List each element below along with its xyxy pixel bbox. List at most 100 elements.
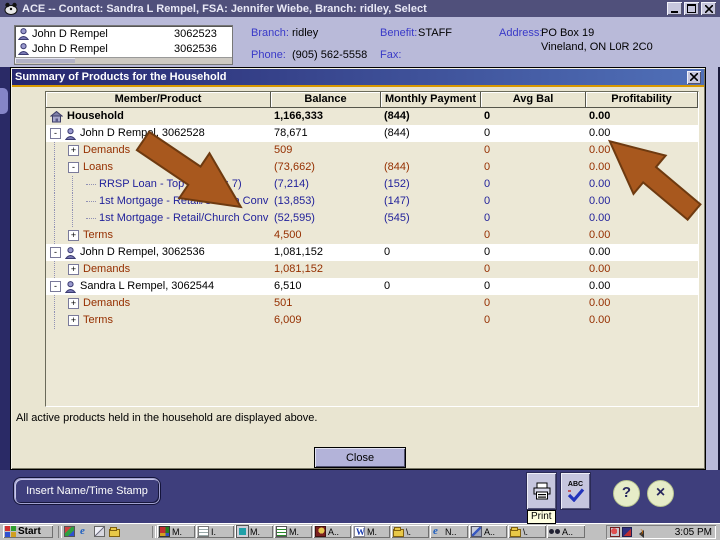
- minimize-button[interactable]: [667, 2, 682, 15]
- window-controls: [667, 2, 716, 15]
- taskbar-button[interactable]: A..: [547, 525, 585, 538]
- person-icon: [65, 246, 76, 259]
- table-row[interactable]: + Terms 4,500 0 0.00: [46, 227, 698, 244]
- table-row[interactable]: + Demands 1,081,152 0 0.00: [46, 261, 698, 278]
- show-desktop-icon[interactable]: [94, 526, 105, 537]
- tree-guide: [72, 176, 86, 193]
- exit-button[interactable]: ×: [647, 480, 674, 507]
- column-header-balance[interactable]: Balance: [271, 92, 381, 108]
- minimize-icon: [671, 10, 678, 13]
- member-product-cell: - John D Rempel, 3062528: [46, 125, 271, 142]
- table-row[interactable]: - Loans (73,662) (844) 0 0.00: [46, 159, 698, 176]
- taskbar-button[interactable]: M.: [352, 525, 390, 538]
- balance-cell: 6,009: [274, 314, 302, 326]
- row-label: 1st Mortgage - Retail/Church Conv (sub: …: [99, 195, 271, 207]
- table-row[interactable]: RRSP Loan - Top Up (sub: 7) (7,214) (152) 0…: [46, 176, 698, 193]
- close-window-button[interactable]: [701, 2, 716, 15]
- table-row[interactable]: - Sandra L Rempel, 3062544 6,510 0 0 0.00: [46, 278, 698, 295]
- table-row[interactable]: - John D Rempel, 3062536 1,081,152 0 0 0.00: [46, 244, 698, 261]
- taskbar-button[interactable]: A..: [469, 525, 507, 538]
- tree-expand-plus[interactable]: +: [68, 315, 79, 326]
- table-row[interactable]: Household 1,166,333 (844) 0 0.00: [46, 108, 698, 125]
- monthly-payment-cell: [381, 227, 439, 244]
- dialog-close-button[interactable]: [687, 70, 701, 84]
- monthly-payment-cell: [381, 261, 439, 278]
- start-button[interactable]: Start: [3, 525, 53, 538]
- printer-icon: [533, 482, 550, 500]
- column-header-member-product[interactable]: Member/Product: [46, 92, 271, 108]
- taskbar-button[interactable]: N..: [430, 525, 468, 538]
- avg-bal-cell: 0: [484, 297, 491, 309]
- clock: 3:05 PM: [674, 526, 712, 538]
- products-table: Member/Product Balance Monthly Payment A…: [45, 91, 699, 407]
- spellcheck-button[interactable]: ABC: [561, 473, 590, 509]
- table-row[interactable]: 1st Mortgage - Retail/Church Conv (sub: …: [46, 193, 698, 210]
- row-label: Terms: [83, 229, 113, 241]
- monthly-payment-cell: (844): [384, 161, 410, 173]
- scrollbar-thumb[interactable]: [15, 58, 75, 63]
- volume-icon[interactable]: [634, 527, 644, 538]
- insert-name-time-stamp-button[interactable]: Insert Name/Time Stamp: [14, 478, 160, 504]
- restore-button[interactable]: [684, 2, 699, 15]
- taskbar-button[interactable]: M.: [274, 525, 312, 538]
- contact-name: John D Rempel: [32, 42, 108, 55]
- background-window-fragment: [0, 88, 8, 114]
- channels-icon[interactable]: [64, 526, 75, 537]
- tree-guide: [54, 210, 68, 227]
- tree-expand-plus[interactable]: +: [68, 264, 79, 275]
- table-row[interactable]: + Demands 509 0 0.00: [46, 142, 698, 159]
- balance-cell: (7,214): [274, 178, 309, 190]
- tree-expand-minus[interactable]: -: [68, 162, 79, 173]
- tree-expand-plus[interactable]: +: [68, 298, 79, 309]
- monthly-payment-cell: (152): [384, 178, 410, 190]
- taskbar-button[interactable]: M.: [235, 525, 273, 538]
- footer-note: All active products held in the househol…: [16, 412, 318, 424]
- taskbar-button[interactable]: \.: [508, 525, 546, 538]
- contact-row[interactable]: John D Rempel 3062523: [15, 26, 232, 41]
- contact-list-scrollbar[interactable]: [15, 57, 232, 64]
- taskbar-button[interactable]: I.: [196, 525, 234, 538]
- close-icon: [690, 73, 698, 81]
- taskbar-button[interactable]: \.: [391, 525, 429, 538]
- member-product-cell: - John D Rempel, 3062536: [46, 244, 271, 261]
- start-label: Start: [18, 526, 41, 537]
- close-dialog-button[interactable]: Close: [314, 447, 406, 468]
- profitability-cell: 0.00: [589, 144, 611, 156]
- taskbar-button[interactable]: M.: [157, 525, 195, 538]
- column-header-profitability[interactable]: Profitability: [586, 92, 698, 108]
- tree-connector: [86, 200, 96, 203]
- taskbar-button[interactable]: A..: [313, 525, 351, 538]
- tree-guide: [54, 312, 68, 329]
- tree-expand-plus[interactable]: +: [68, 230, 79, 241]
- balance-cell: 1,166,333: [274, 110, 323, 122]
- tree-expand-minus[interactable]: -: [50, 247, 61, 258]
- print-button[interactable]: [527, 473, 556, 509]
- monthly-payment-cell: [381, 312, 439, 329]
- tray-app-icon-2[interactable]: [622, 527, 632, 537]
- folder-icon[interactable]: [109, 526, 120, 537]
- tree-connector: [86, 183, 96, 186]
- internet-explorer-icon[interactable]: [79, 526, 90, 537]
- tree-connector: [86, 217, 96, 220]
- profitability-cell: 0.00: [589, 263, 611, 275]
- monthly-payment-cell: (844): [384, 127, 410, 139]
- tree-expand-minus[interactable]: -: [50, 128, 61, 139]
- profitability-cell: 0.00: [589, 297, 611, 309]
- member-product-cell: RRSP Loan - Top Up (sub: 7): [46, 176, 271, 193]
- help-button[interactable]: ?: [613, 480, 640, 507]
- column-header-monthly-payment[interactable]: Monthly Payment: [381, 92, 481, 108]
- contact-list[interactable]: John D Rempel 3062523 John D Rempel 3062536: [14, 25, 233, 65]
- contact-row[interactable]: John D Rempel 3062536: [15, 41, 232, 56]
- table-row[interactable]: 1st Mortgage - Retail/Church Conv (sub: …: [46, 210, 698, 227]
- table-row[interactable]: + Demands 501 0 0.00: [46, 295, 698, 312]
- tree-expand-plus[interactable]: +: [68, 145, 79, 156]
- row-label: 1st Mortgage - Retail/Church Conv (sub: …: [99, 212, 271, 224]
- profitability-cell: 0.00: [589, 212, 611, 224]
- tree-expand-minus[interactable]: -: [50, 281, 61, 292]
- table-row[interactable]: - John D Rempel, 3062528 78,671 (844) 0 0.00: [46, 125, 698, 142]
- taskbar-button-label: M.: [367, 526, 377, 537]
- address-label: Address:: [499, 27, 543, 39]
- tray-app-icon-1[interactable]: [610, 527, 620, 537]
- table-row[interactable]: + Terms 6,009 0 0.00: [46, 312, 698, 329]
- column-header-avg-bal[interactable]: Avg Bal: [481, 92, 586, 108]
